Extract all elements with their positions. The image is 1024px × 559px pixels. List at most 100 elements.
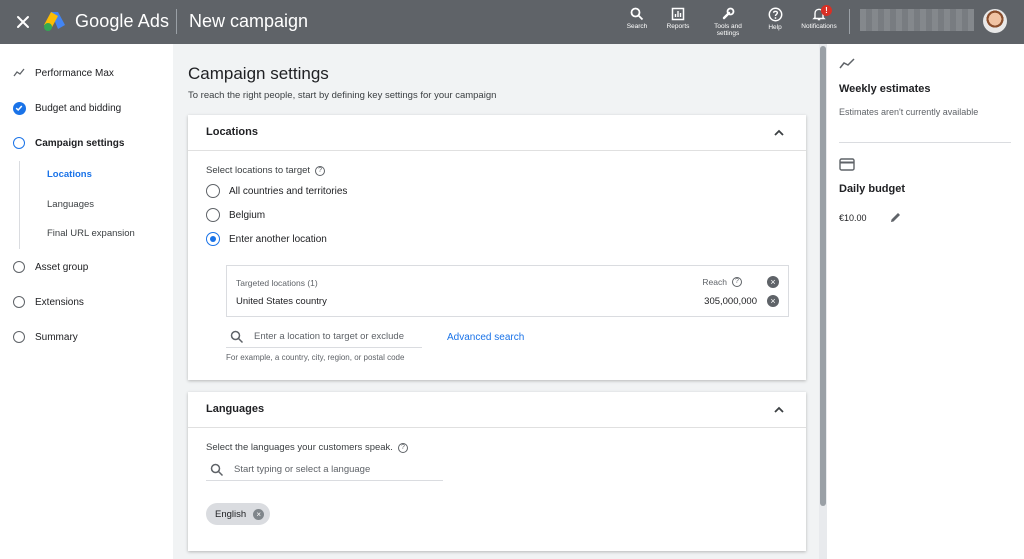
languages-card: Languages Select the languages your cust… <box>188 392 806 551</box>
help-icon[interactable]: ? <box>732 277 742 287</box>
languages-card-header[interactable]: Languages <box>188 392 806 428</box>
chevron-up-icon[interactable] <box>772 126 786 140</box>
notifications-button[interactable]: ! Notifications <box>794 5 844 30</box>
weekly-estimates-title: Weekly estimates <box>839 83 931 95</box>
location-option-another[interactable]: Enter another location <box>206 232 327 246</box>
search-icon <box>210 463 224 476</box>
languages-hint: Select the languages your customers spea… <box>206 442 408 453</box>
daily-budget-title: Daily budget <box>839 183 906 195</box>
remove-chip-icon[interactable]: × <box>253 508 265 520</box>
panel-divider <box>839 142 1011 143</box>
help-tool-button[interactable]: Help <box>750 7 800 31</box>
sidebar-item-label: Campaign settings <box>35 137 125 149</box>
sidebar-subitem-locations[interactable]: Locations <box>47 169 92 180</box>
search-icon <box>230 330 244 343</box>
credit-card-icon <box>839 158 855 171</box>
radio-icon <box>206 184 220 198</box>
sidebar: Performance Max Budget and bidding Campa… <box>0 44 173 559</box>
help-tool-label: Help <box>768 24 782 31</box>
advanced-search-link[interactable]: Advanced search <box>447 332 524 343</box>
sidebar-item-campaign-settings[interactable]: Campaign settings <box>12 136 124 150</box>
sidebar-item-label: Extensions <box>35 296 84 308</box>
locations-title: Locations <box>206 126 258 138</box>
language-chip-label: English <box>215 508 247 520</box>
remove-location-icon[interactable]: × <box>767 295 779 307</box>
reports-tool-label: Reports <box>666 23 690 30</box>
estimates-panel: Weekly estimates Estimates aren't curren… <box>827 44 1024 559</box>
sidebar-item-budget-and-bidding[interactable]: Budget and bidding <box>12 101 121 115</box>
step-current-icon <box>13 137 25 149</box>
search-icon <box>630 7 644 21</box>
reports-tool-button[interactable]: Reports <box>653 7 703 30</box>
step-todo-icon <box>13 331 25 343</box>
reach-header: Reach ? <box>702 277 742 287</box>
reach-value: 305,000,000 <box>704 296 757 307</box>
reports-icon <box>671 7 685 21</box>
clear-all-icon[interactable]: × <box>767 276 779 288</box>
help-icon[interactable]: ? <box>397 442 408 453</box>
location-search-example: For example, a country, city, region, or… <box>226 353 405 362</box>
scrollbar-thumb[interactable] <box>820 46 826 506</box>
page-subheading: To reach the right people, start by defi… <box>188 90 497 101</box>
tools-settings-label: Tools and settings <box>714 23 742 37</box>
sidebar-item-label: Summary <box>35 331 78 343</box>
location-option-label: All countries and territories <box>229 185 348 197</box>
wrench-icon <box>722 7 735 20</box>
page-heading: Campaign settings <box>188 64 329 83</box>
help-icon[interactable]: ? <box>315 165 326 176</box>
google-ads-logo <box>44 12 65 31</box>
close-icon[interactable] <box>13 12 33 32</box>
sidebar-item-asset-group[interactable]: Asset group <box>12 260 88 274</box>
top-bar: Google Ads New campaign Search Reports T… <box>0 0 1024 44</box>
sidebar-item-label: Performance Max <box>35 67 114 79</box>
location-option-label: Enter another location <box>229 233 327 245</box>
locations-hint: Select locations to target ? <box>206 165 326 176</box>
daily-budget-value: €10.00 <box>839 213 867 223</box>
header-divider <box>176 9 177 34</box>
check-icon <box>12 101 26 115</box>
sidebar-item-performance-max[interactable]: Performance Max <box>12 66 114 80</box>
locations-card-header[interactable]: Locations <box>188 115 806 151</box>
search-tool-label: Search <box>626 23 648 30</box>
trend-icon <box>12 66 26 80</box>
weekly-estimates-text: Estimates aren't currently available <box>839 107 979 117</box>
targeted-location-name: United States country <box>236 296 327 307</box>
sidebar-item-summary[interactable]: Summary <box>12 330 78 344</box>
location-option-label: Belgium <box>229 209 266 221</box>
language-search-input[interactable] <box>234 464 424 475</box>
language-search[interactable] <box>206 459 443 481</box>
sub-nav-line <box>19 161 20 249</box>
language-chip[interactable]: English × <box>206 503 271 525</box>
chevron-up-icon[interactable] <box>772 403 786 417</box>
reach-label: Reach <box>702 277 727 287</box>
edit-pencil-icon[interactable] <box>889 211 902 224</box>
main-content: Campaign settings To reach the right peo… <box>173 44 819 559</box>
location-option-belgium[interactable]: Belgium <box>206 208 265 222</box>
languages-title: Languages <box>206 403 265 415</box>
targeted-locations-box: Targeted locations (1) Reach ? × United … <box>226 265 789 317</box>
location-search-input[interactable] <box>254 331 404 342</box>
brand-name: Google Ads <box>75 11 170 31</box>
sidebar-item-extensions[interactable]: Extensions <box>12 295 84 309</box>
page-title: New campaign <box>189 11 309 31</box>
location-option-all[interactable]: All countries and territories <box>206 184 347 198</box>
trend-icon <box>839 58 855 69</box>
tools-settings-button[interactable]: Tools and settings <box>703 7 753 37</box>
notifications-label: Notifications <box>801 23 837 30</box>
help-icon <box>768 7 782 22</box>
notification-badge: ! <box>821 5 832 16</box>
step-todo-icon <box>13 261 25 273</box>
step-todo-icon <box>13 296 25 308</box>
radio-icon <box>206 208 220 222</box>
account-info-redacted[interactable] <box>860 9 974 31</box>
targeted-locations-header: Targeted locations (1) <box>236 278 318 288</box>
sidebar-item-label: Budget and bidding <box>35 102 122 114</box>
radio-selected-icon <box>206 232 220 246</box>
languages-hint-text: Select the languages your customers spea… <box>206 442 393 453</box>
locations-hint-text: Select locations to target <box>206 165 311 176</box>
account-divider <box>849 9 850 34</box>
location-search[interactable] <box>226 326 422 348</box>
sidebar-subitem-languages[interactable]: Languages <box>47 199 94 210</box>
avatar[interactable] <box>983 9 1007 33</box>
sidebar-subitem-final-url-expansion[interactable]: Final URL expansion <box>47 228 135 239</box>
